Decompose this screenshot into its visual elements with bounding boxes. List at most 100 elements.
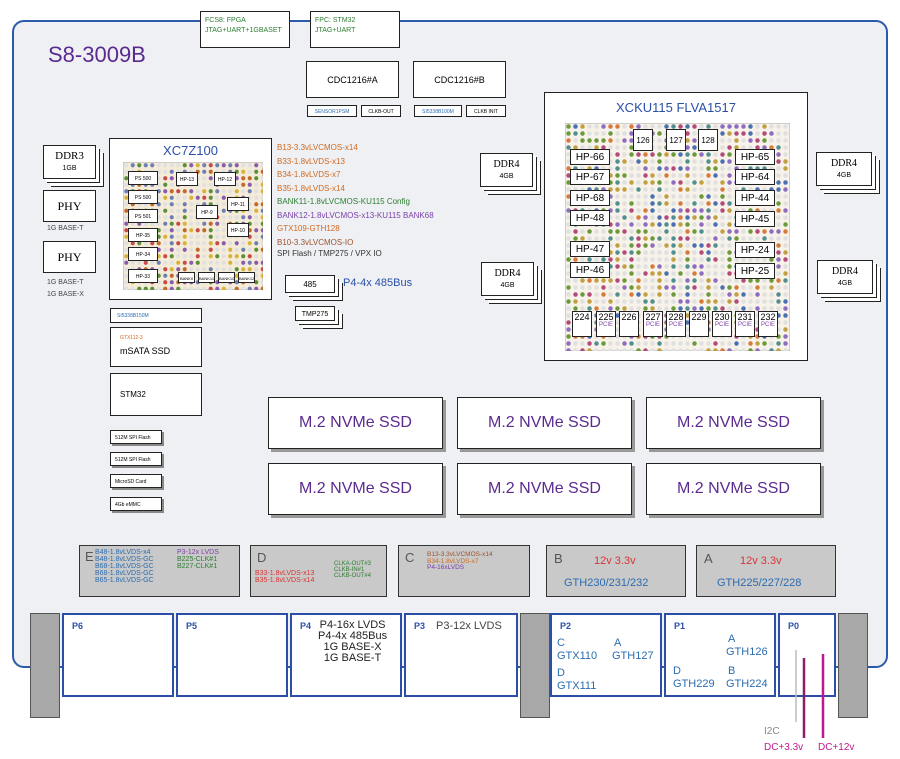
- ball-pad: [241, 176, 246, 181]
- ball-pad: [163, 182, 168, 187]
- panel-e-line: B68-1.8vLVDS-GC: [95, 563, 154, 570]
- ball-pad: [699, 236, 704, 241]
- ball-pad: [657, 187, 662, 192]
- ball-pad: [195, 254, 200, 259]
- ball-pad: [734, 341, 739, 346]
- ball-pad: [608, 131, 613, 136]
- ball-pad: [202, 182, 207, 187]
- ball-pad: [169, 273, 174, 278]
- ball-pad: [741, 124, 746, 129]
- ball-pad: [629, 341, 634, 346]
- ball-pad: [713, 173, 718, 178]
- ball-pad: [678, 208, 683, 213]
- ball-pad: [608, 229, 613, 234]
- ball-pad: [657, 173, 662, 178]
- ball-pad: [727, 201, 732, 206]
- ball-pad: [601, 124, 606, 129]
- ball-pad: [748, 138, 753, 143]
- ball-pad: [685, 292, 690, 297]
- ball-pad: [643, 299, 648, 304]
- ball-pad: [755, 131, 760, 136]
- ball-pad: [783, 194, 788, 199]
- connector-p2-name: P2: [560, 621, 572, 631]
- ball-pad: [169, 234, 174, 239]
- ball-pad: [678, 250, 683, 255]
- ball-pad: [692, 236, 697, 241]
- ball-pad: [163, 241, 168, 246]
- ball-pad: [650, 341, 655, 346]
- ball-pad: [215, 260, 220, 265]
- ball-pad: [776, 292, 781, 297]
- ball-pad: [622, 264, 627, 269]
- ball-pad: [636, 180, 641, 185]
- panel-e-line: B225-CLK#1: [177, 556, 218, 563]
- ball-pad: [566, 313, 571, 318]
- ball-pad: [664, 271, 669, 276]
- ball-pad: [692, 201, 697, 206]
- ddr4-mid-top-size: 4GB: [499, 173, 514, 180]
- ball-pad: [685, 201, 690, 206]
- ball-pad: [685, 215, 690, 220]
- ball-pad: [727, 222, 732, 227]
- ball-pad: [176, 228, 181, 233]
- ball-pad: [189, 228, 194, 233]
- ball-pad: [783, 243, 788, 248]
- gt-pcie: PCIE: [645, 322, 660, 328]
- ball-pad: [685, 285, 690, 290]
- ball-pad: [601, 341, 606, 346]
- ball-pad: [783, 166, 788, 171]
- ball-pad: [221, 215, 226, 220]
- ball-pad: [678, 222, 683, 227]
- ball-pad: [657, 145, 662, 150]
- ball-pad: [221, 163, 226, 168]
- ball-pad: [650, 187, 655, 192]
- ball-pad: [636, 201, 641, 206]
- ball-pad: [692, 264, 697, 269]
- ball-pad: [629, 222, 634, 227]
- ball-pad: [629, 257, 634, 262]
- ball-pad: [629, 194, 634, 199]
- ball-pad: [776, 152, 781, 157]
- ball-pad: [202, 267, 207, 272]
- ball-pad: [783, 285, 788, 290]
- cdc-a-label: CDC1216#A: [327, 74, 378, 85]
- ddr4-right-top: DDR4 4GB: [816, 152, 872, 186]
- panel-b-power: 12v 3.3v: [594, 555, 636, 567]
- ball-pad: [176, 254, 181, 259]
- ball-pad: [580, 229, 585, 234]
- zynq-bank-line: BANK12-1.8vLVCMOS-x13-KU115 BANK68: [277, 210, 434, 220]
- ball-pad: [189, 234, 194, 239]
- ball-pad: [650, 152, 655, 157]
- ball-pad: [580, 131, 585, 136]
- ball-pad: [678, 229, 683, 234]
- ball-pad: [182, 195, 187, 200]
- ddr4-mid-top: DDR4 4GB: [480, 153, 533, 187]
- ball-pad: [587, 299, 592, 304]
- ball-pad: [650, 278, 655, 283]
- ball-pad: [699, 292, 704, 297]
- ball-pad: [215, 247, 220, 252]
- ball-pad: [608, 341, 613, 346]
- ku115-gt-126: 126: [633, 129, 653, 151]
- ball-pad: [221, 241, 226, 246]
- ball-pad: [221, 221, 226, 226]
- ball-pad: [176, 208, 181, 213]
- ball-pad: [678, 292, 683, 297]
- ball-pad: [706, 215, 711, 220]
- ball-pad: [699, 257, 704, 262]
- zynq-bank-line: B34-1.8vLVDS-x7: [277, 170, 341, 179]
- ball-pad: [783, 208, 788, 213]
- ball-pad: [755, 229, 760, 234]
- ball-pad: [692, 124, 697, 129]
- ball-pad: [713, 208, 718, 213]
- ball-pad: [713, 264, 718, 269]
- ball-pad: [671, 250, 676, 255]
- zynq-label: XC7Z100: [163, 143, 218, 158]
- ball-pad: [601, 229, 606, 234]
- ddr4-right-bottom: DDR4 4GB: [817, 260, 873, 294]
- ball-pad: [566, 124, 571, 129]
- ball-pad: [228, 254, 233, 259]
- zynq-bank-line: GTX109-GTH128: [277, 224, 340, 233]
- ku115-gt-230: 230 PCIE: [712, 311, 732, 337]
- ball-pad: [195, 189, 200, 194]
